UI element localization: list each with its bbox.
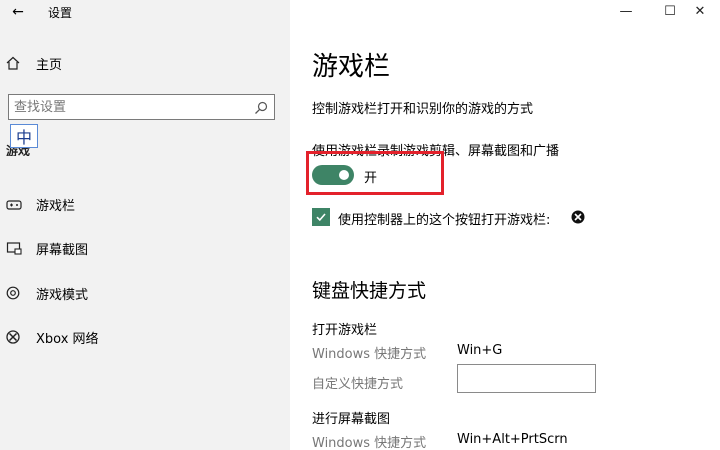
- custom-shortcut-input[interactable]: [457, 364, 596, 393]
- checkmark-icon: [316, 213, 326, 222]
- sidebar-item-label: 主页: [36, 57, 63, 73]
- captures-icon: [6, 240, 28, 256]
- search-icon[interactable]: [254, 100, 268, 114]
- windows-shortcut-label: Windows 快捷方式: [312, 436, 427, 450]
- group-title-take-screenshot: 进行屏幕截图: [312, 412, 391, 427]
- sidebar-item-captures[interactable]: 屏幕截图: [6, 237, 88, 259]
- xbox-button-icon: [571, 209, 585, 224]
- home-icon: [6, 56, 28, 70]
- keyboard-shortcuts-heading: 键盘快捷方式: [312, 280, 427, 302]
- sidebar-item-label: 游戏栏: [36, 198, 76, 214]
- controller-button-checkbox[interactable]: [312, 208, 330, 226]
- windows-shortcut-label: Windows 快捷方式: [312, 347, 427, 362]
- page-title: 游戏栏: [312, 52, 391, 82]
- sidebar-item-label: Xbox 网络: [36, 331, 99, 347]
- sidebar-item-label: 游戏模式: [36, 287, 89, 303]
- windows-shortcut-value: Win+Alt+PrtScrn: [457, 432, 568, 447]
- search-box: [8, 94, 275, 120]
- search-input[interactable]: [9, 95, 245, 119]
- close-icon: ✕: [694, 3, 706, 19]
- sidebar-item-label: 屏幕截图: [36, 242, 89, 258]
- minimize-icon: —: [619, 3, 633, 19]
- page-description: 控制游戏栏打开和识别你的游戏的方式: [312, 102, 534, 117]
- xbox-icon: [6, 329, 28, 345]
- sidebar-item-game-mode[interactable]: 游戏模式: [6, 282, 88, 304]
- annotation-highlight-box: [306, 151, 444, 195]
- game-bar-icon: [6, 196, 28, 212]
- minimize-button[interactable]: —: [606, 0, 646, 22]
- game-mode-icon: [6, 285, 28, 301]
- back-arrow-icon: ←: [12, 4, 24, 20]
- sidebar-item-game-bar[interactable]: 游戏栏: [6, 193, 75, 215]
- checkbox-label: 使用控制器上的这个按钮打开游戏栏:: [338, 213, 551, 228]
- app-title: 设置: [48, 6, 73, 20]
- windows-shortcut-value: Win+G: [457, 343, 503, 358]
- back-button[interactable]: ←: [8, 2, 28, 22]
- group-title-open-game-bar: 打开游戏栏: [312, 323, 378, 338]
- ime-indicator: 中: [10, 124, 38, 148]
- sidebar: ← 设置 主页 游戏 中 游戏栏 屏幕截图 游戏模式: [0, 0, 290, 450]
- sidebar-item-xbox-network[interactable]: Xbox 网络: [6, 326, 99, 348]
- custom-shortcut-label: 自定义快捷方式: [312, 377, 404, 392]
- maximize-icon: ☐: [664, 3, 676, 19]
- sidebar-item-home[interactable]: 主页: [6, 53, 62, 73]
- close-button[interactable]: ✕: [680, 0, 720, 22]
